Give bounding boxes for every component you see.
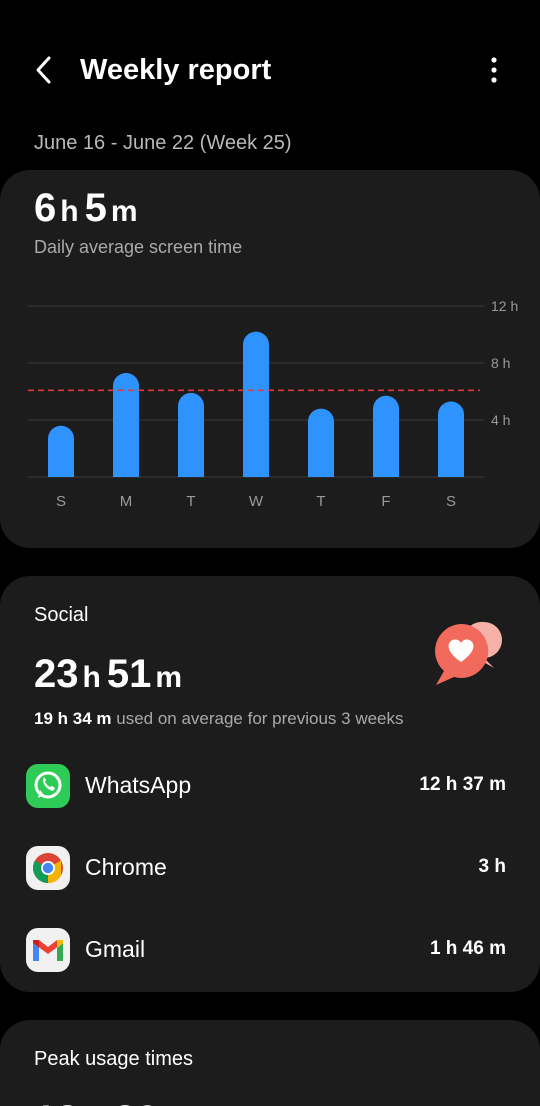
daily-average-card[interactable]: 6h5m Daily average screen time 4 h 8 h 12 … <box>0 170 540 548</box>
chart-bar <box>373 395 399 477</box>
chart-bar <box>308 408 334 477</box>
more-vertical-icon <box>491 57 497 83</box>
page-title: Weekly report <box>80 54 272 86</box>
app-time: 12 h 37 m <box>419 774 506 795</box>
peak-usage-card[interactable]: Peak usage times 12 - 20 <box>0 1020 540 1106</box>
hours-unit: h <box>82 661 101 694</box>
x-tick-label: W <box>249 493 264 510</box>
x-tick-label: F <box>381 493 390 510</box>
app-time: 1 h 46 m <box>429 938 506 959</box>
minutes-unit: m <box>155 661 183 694</box>
daily-average-caption: Daily average screen time <box>34 237 243 257</box>
chart-bar <box>243 331 269 477</box>
app-time: 3 h <box>478 856 506 877</box>
minutes-unit: m <box>110 195 138 228</box>
x-tick-label: S <box>56 493 66 510</box>
chevron-left-icon <box>36 56 51 84</box>
app-row-gmail[interactable]: Gmail 1 h 46 m <box>0 920 540 980</box>
x-tick-label: S <box>446 493 456 510</box>
app-name: WhatsApp <box>85 772 192 798</box>
y-tick-label: 12 h <box>491 298 518 314</box>
app-header: Weekly report <box>0 0 540 140</box>
chart-bar <box>438 401 464 477</box>
week-range: June 16 - June 22 (Week 25) <box>34 132 292 154</box>
category-title: Social <box>34 604 89 626</box>
chart-bar <box>113 372 139 477</box>
x-tick-label: T <box>186 493 195 510</box>
screen-time-bar-chart[interactable]: 4 h 8 h 12 h S M T W T F S <box>0 290 540 520</box>
chrome-icon <box>26 846 70 890</box>
peak-usage-value: 12 - 20 <box>34 1098 159 1106</box>
previous-average-value: 19 h 34 m <box>34 709 112 728</box>
minutes-number: 5 <box>84 186 107 230</box>
x-tick-label: M <box>120 493 133 510</box>
app-row-whatsapp[interactable]: WhatsApp 12 h 37 m <box>0 756 540 816</box>
social-total-value: 23 h 51 m <box>34 650 188 707</box>
y-tick-label: 4 h <box>491 412 510 428</box>
chart-bar <box>48 425 74 477</box>
more-options-button[interactable] <box>476 52 512 88</box>
app-name: Gmail <box>85 936 146 962</box>
previous-average-text: 19 h 34 m used on average for previous 3… <box>34 709 404 729</box>
minutes-number: 51 <box>106 652 152 696</box>
whatsapp-icon <box>26 764 70 808</box>
y-tick-label: 8 h <box>491 355 510 371</box>
hours-unit: h <box>60 195 79 228</box>
hours-number: 23 <box>34 652 79 696</box>
x-tick-label: T <box>316 493 325 510</box>
daily-average-value: 6h5m <box>34 186 144 239</box>
app-name: Chrome <box>85 854 167 880</box>
back-button[interactable] <box>26 52 62 88</box>
peak-usage-title: Peak usage times <box>34 1048 193 1070</box>
app-row-chrome[interactable]: Chrome 3 h <box>0 838 540 898</box>
hours-number: 6 <box>34 186 57 230</box>
previous-average-label: used on average for previous 3 weeks <box>116 709 404 728</box>
chart-bar <box>178 392 204 477</box>
heart-chat-icon <box>435 621 503 685</box>
gmail-icon <box>26 928 70 972</box>
social-category-card[interactable]: Social 23 h 51 m 19 h 34 m used on average … <box>0 576 540 992</box>
